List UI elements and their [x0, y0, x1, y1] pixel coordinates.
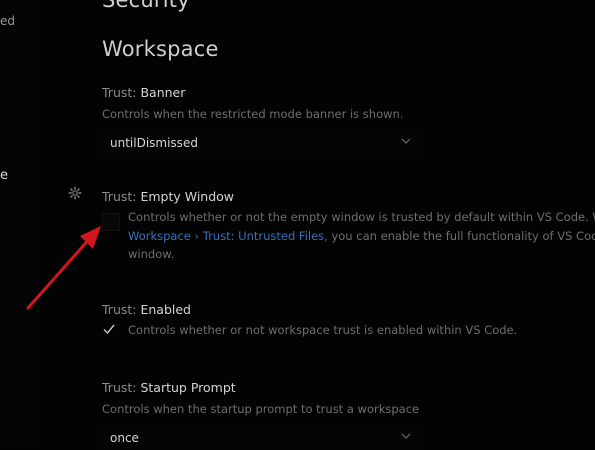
setting-description-empty-window-line2: Workspace › Trust: Untrusted Files, you …: [128, 229, 595, 243]
setting-name: Enabled: [140, 302, 191, 317]
setting-category: Trust:: [102, 380, 141, 395]
toc-item-truncated[interactable]: ed: [0, 14, 15, 28]
setting-title-enabled: Trust: Enabled: [102, 302, 191, 317]
settings-toc-pane: ed e: [0, 0, 40, 442]
setting-description-enabled: Controls whether or not workspace trust …: [128, 323, 518, 337]
description-rest: , you can enable the full functionality …: [324, 229, 595, 243]
setting-title-startup-prompt: Trust: Startup Prompt: [102, 380, 236, 395]
setting-name: Banner: [140, 85, 186, 100]
setting-description-empty-window-line3: window.: [128, 247, 175, 261]
toc-item-truncated-selected[interactable]: e: [0, 168, 8, 183]
banner-dropdown-value: untilDismissed: [110, 136, 198, 150]
setting-name: Startup Prompt: [140, 380, 236, 395]
gear-icon[interactable]: [68, 186, 82, 200]
setting-description-empty-window-line1: Controls whether or not the empty window…: [128, 210, 595, 224]
empty-window-checkbox[interactable]: [102, 213, 120, 231]
setting-description-startup-prompt: Controls when the startup prompt to trus…: [102, 402, 420, 416]
untrusted-files-link[interactable]: Workspace › Trust: Untrusted Files: [128, 229, 324, 243]
setting-description-banner: Controls when the restricted mode banner…: [102, 107, 404, 121]
setting-category: Trust:: [102, 302, 141, 317]
setting-title-empty-window: Trust: Empty Window: [102, 189, 234, 204]
startup-prompt-dropdown-value: once: [110, 431, 139, 445]
chevron-down-icon: [401, 138, 411, 144]
banner-dropdown[interactable]: untilDismissed: [102, 133, 418, 155]
startup-prompt-dropdown[interactable]: once: [102, 428, 418, 450]
section-title-security: Security: [102, 0, 190, 12]
setting-category: Trust:: [102, 189, 141, 204]
check-icon[interactable]: [101, 322, 117, 336]
setting-category: Trust:: [102, 85, 141, 100]
setting-title-banner: Trust: Banner: [102, 85, 185, 100]
setting-name: Empty Window: [140, 189, 235, 204]
chevron-down-icon: [401, 433, 411, 439]
section-title-workspace: Workspace: [102, 37, 219, 61]
